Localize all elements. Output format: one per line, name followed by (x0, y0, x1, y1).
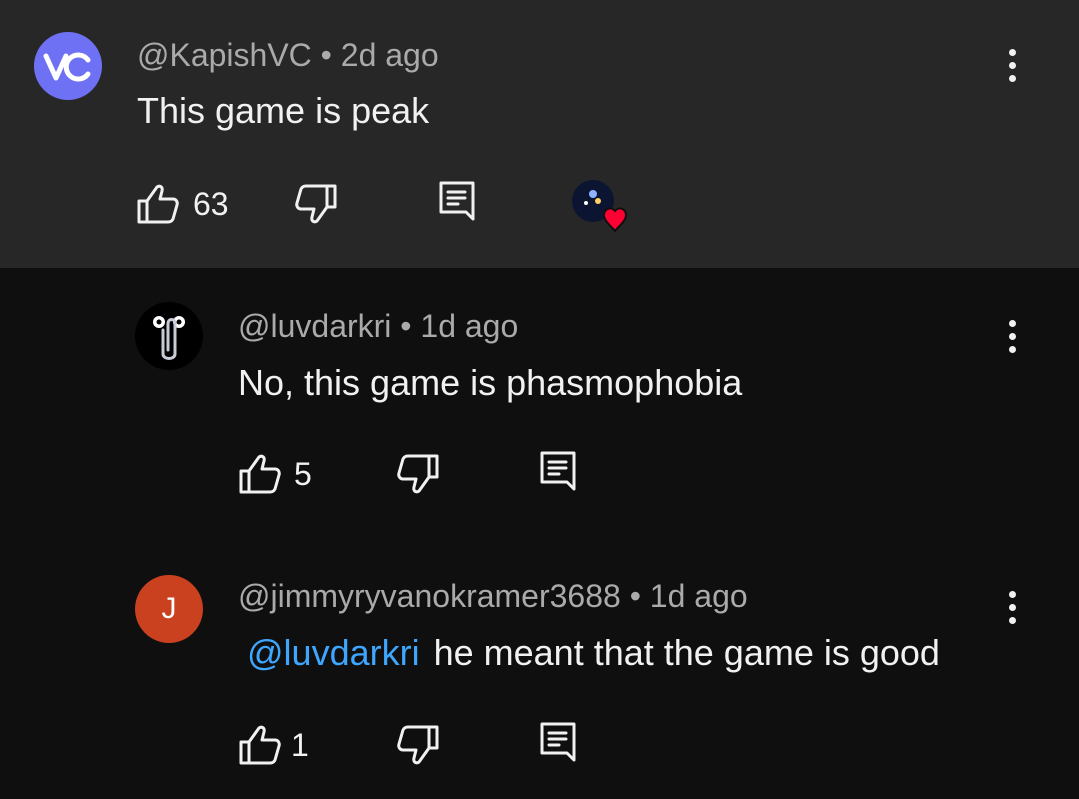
like-count: 63 (193, 186, 229, 222)
dislike-button[interactable] (294, 183, 338, 225)
author-handle[interactable]: @jimmyryvanokramer3688 (238, 578, 621, 614)
comment-author-line: @jimmyryvanokramer3688 • 1d ago (238, 578, 748, 615)
reply-button[interactable] (539, 721, 577, 763)
reply-button[interactable] (539, 450, 577, 492)
mention-link[interactable]: @luvdarkri (247, 632, 420, 673)
like-count: 5 (294, 456, 312, 492)
reply-button[interactable] (438, 180, 476, 222)
comment-item: @KapishVC • 2d ago This game is peak 63 (0, 0, 1079, 268)
thumbs-down-icon (295, 184, 337, 224)
author-handle[interactable]: @luvdarkri (238, 308, 391, 344)
comment-text: This game is peak (137, 90, 430, 131)
more-options-button[interactable] (997, 585, 1027, 629)
comment-time: 2d ago (340, 37, 439, 73)
reply-icon (540, 451, 576, 491)
reply-icon (439, 181, 475, 221)
author-handle[interactable]: @KapishVC (137, 37, 312, 73)
thumbs-down-icon (397, 454, 439, 494)
like-button[interactable] (238, 453, 282, 495)
like-button[interactable] (238, 724, 282, 766)
thumbs-up-icon (239, 454, 281, 494)
comment-time: 1d ago (420, 308, 519, 344)
comment-text: No, this game is phasmophobia (238, 362, 743, 403)
reply-item: @luvdarkri • 1d ago No, this game is pha… (0, 268, 1079, 533)
reply-icon (540, 722, 576, 762)
separator: • (629, 578, 641, 614)
comment-text: he meant that the game is good (433, 632, 940, 673)
comment-time: 1d ago (649, 578, 748, 614)
reply-item: J @jimmyryvanokramer3688 • 1d ago @luvda… (0, 533, 1079, 799)
comment-author-line: @luvdarkri • 1d ago (238, 308, 518, 345)
separator: • (400, 308, 412, 344)
avatar-letter: J (161, 592, 177, 625)
separator: • (320, 37, 332, 73)
thumbs-up-icon (239, 725, 281, 765)
creator-heart-icon (572, 180, 628, 233)
dislike-button[interactable] (396, 453, 440, 495)
thumbs-up-icon (137, 184, 179, 224)
comment-text-line: @luvdarkri he meant that the game is good (247, 632, 940, 674)
like-button[interactable] (136, 183, 180, 225)
dislike-button[interactable] (396, 724, 440, 766)
vc-logo-icon (43, 52, 91, 82)
avatar[interactable] (135, 302, 203, 370)
avatar[interactable] (34, 32, 102, 100)
creator-heart-badge (571, 179, 635, 233)
more-options-button[interactable] (997, 314, 1027, 358)
more-options-button[interactable] (997, 43, 1027, 87)
like-count: 1 (291, 727, 309, 763)
thumbs-down-icon (397, 725, 439, 765)
comment-author-line: @KapishVC • 2d ago (137, 37, 439, 74)
avatar[interactable]: J (135, 575, 203, 643)
paperclip-icon (153, 316, 185, 360)
